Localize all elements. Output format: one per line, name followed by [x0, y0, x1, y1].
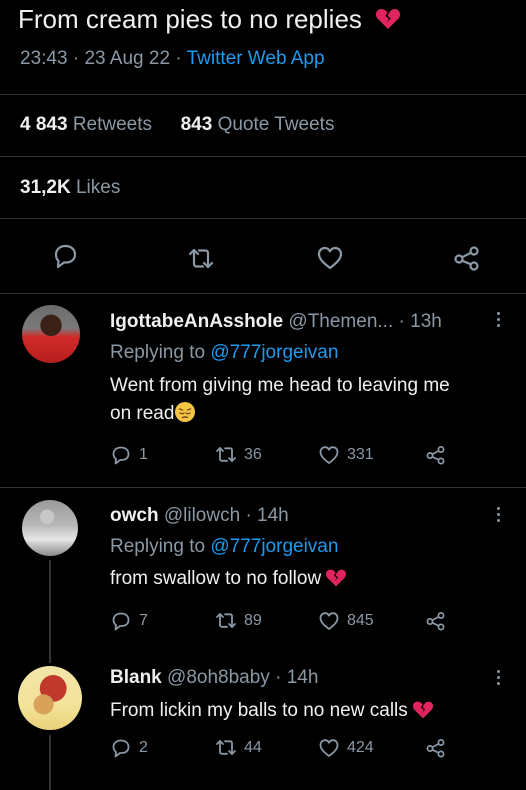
reply-age: 14h	[257, 505, 289, 526]
reply-action[interactable]: 7	[110, 610, 148, 632]
broken-heart-icon	[375, 7, 401, 31]
reply-header: owch @lilowch · 14h	[110, 505, 289, 527]
quotes-label: Quote Tweets	[217, 114, 335, 135]
avatar[interactable]	[18, 666, 82, 730]
pensive-face-icon	[174, 401, 196, 423]
divider	[0, 156, 526, 157]
reply-author-name[interactable]: owch	[110, 505, 159, 526]
broken-heart-icon	[325, 568, 347, 590]
replying-mention[interactable]: @777jorgeivan	[210, 342, 338, 363]
like-count: 424	[347, 739, 374, 756]
reply-header: IgottabeAnAsshole @Themen... · 13h	[110, 311, 442, 333]
reply-text-content: From lickin my balls to no new calls	[110, 700, 408, 721]
replying-label: Replying to	[110, 342, 206, 363]
tweet-meta: 23:43 · 23 Aug 22 · Twitter Web App	[20, 48, 325, 70]
like-action[interactable]: 845	[318, 610, 374, 632]
reply-author-handle[interactable]: @8oh8baby	[167, 667, 270, 688]
avatar[interactable]	[22, 305, 80, 363]
meta-separator: ·	[398, 311, 411, 332]
tweet-date: 23 Aug 22	[84, 48, 171, 69]
likes-label: Likes	[75, 177, 121, 198]
replying-label: Replying to	[110, 536, 206, 557]
retweet-action[interactable]: 44	[215, 737, 262, 759]
tweet-time: 23:43	[20, 48, 68, 69]
retweet-action[interactable]: 36	[215, 444, 262, 466]
retweet-count: 89	[244, 612, 262, 629]
share-action[interactable]	[425, 610, 454, 632]
like-action[interactable]: 331	[318, 444, 374, 466]
meta-separator: ·	[175, 48, 187, 69]
quotes-count: 843	[180, 114, 213, 135]
divider	[0, 218, 526, 219]
reply-text: Went from giving me head to leaving me o…	[110, 372, 510, 428]
reply-text-line-content: on read	[110, 403, 175, 424]
meta-separator: ·	[275, 667, 287, 688]
share-action[interactable]	[425, 737, 454, 759]
reply-text: from swallow to no follow	[110, 565, 510, 593]
share-action[interactable]	[425, 444, 454, 466]
divider	[0, 487, 526, 488]
likes-count: 31,2K	[20, 177, 71, 198]
likes-stats[interactable]: 31,2K Likes	[20, 177, 120, 199]
replying-to: Replying to @777jorgeivan	[110, 536, 338, 558]
retweets-label: Retweets	[72, 114, 153, 135]
reply-text-content: from swallow to no follow	[110, 568, 322, 589]
reply-text: From lickin my balls to no new calls	[110, 697, 510, 725]
reply-author-handle[interactable]: @Themen...	[288, 311, 393, 332]
reply-age: 14h	[286, 667, 319, 688]
like-count: 331	[347, 446, 374, 463]
reply-count: 2	[139, 739, 148, 756]
more-icon[interactable]	[490, 504, 506, 526]
tweet-text: From cream pies to no replies	[18, 4, 401, 35]
tweet-text-content: From cream pies to no replies	[18, 4, 362, 34]
retweet-count: 44	[244, 739, 262, 756]
broken-heart-icon	[412, 700, 434, 722]
divider	[0, 94, 526, 95]
reply-author-handle[interactable]: @lilowch	[164, 505, 240, 526]
reply-author-name[interactable]: IgottabeAnAsshole	[110, 311, 283, 332]
retweets-count: 4 843	[20, 114, 68, 135]
thread-line	[49, 735, 51, 790]
reply-age: 13h	[410, 311, 442, 332]
reply-header: Blank @8oh8baby · 14h	[110, 667, 318, 689]
tweet-source[interactable]: Twitter Web App	[187, 48, 325, 69]
reply-action[interactable]: 2	[110, 737, 148, 759]
reply-action[interactable]: 1	[110, 444, 148, 466]
divider	[0, 293, 526, 294]
share-icon	[426, 739, 445, 758]
meta-separator: ·	[72, 48, 85, 69]
retweet-stats[interactable]: 4 843 Retweets 843 Quote Tweets	[20, 114, 334, 136]
reply-icon[interactable]	[50, 241, 80, 271]
reply-author-name[interactable]: Blank	[110, 667, 162, 688]
avatar[interactable]	[22, 500, 78, 556]
meta-separator: ·	[245, 505, 258, 526]
retweet-action[interactable]: 89	[215, 610, 262, 632]
share-icon	[426, 446, 445, 465]
retweet-count: 36	[244, 446, 262, 463]
thread-line	[49, 560, 51, 663]
like-action[interactable]: 424	[318, 737, 374, 759]
like-icon[interactable]	[315, 243, 345, 273]
reply-text-line: Went from giving me head to leaving me	[110, 375, 450, 396]
reply-count: 7	[139, 612, 148, 629]
reply-text-line: on read	[110, 400, 510, 428]
more-icon[interactable]	[490, 309, 506, 331]
replying-to: Replying to @777jorgeivan	[110, 342, 338, 364]
like-count: 845	[347, 612, 374, 629]
replying-mention[interactable]: @777jorgeivan	[210, 536, 338, 557]
share-icon[interactable]	[452, 243, 482, 273]
retweet-icon[interactable]	[186, 244, 216, 274]
share-icon	[426, 612, 445, 631]
reply-count: 1	[139, 446, 148, 463]
more-icon[interactable]	[490, 667, 506, 689]
